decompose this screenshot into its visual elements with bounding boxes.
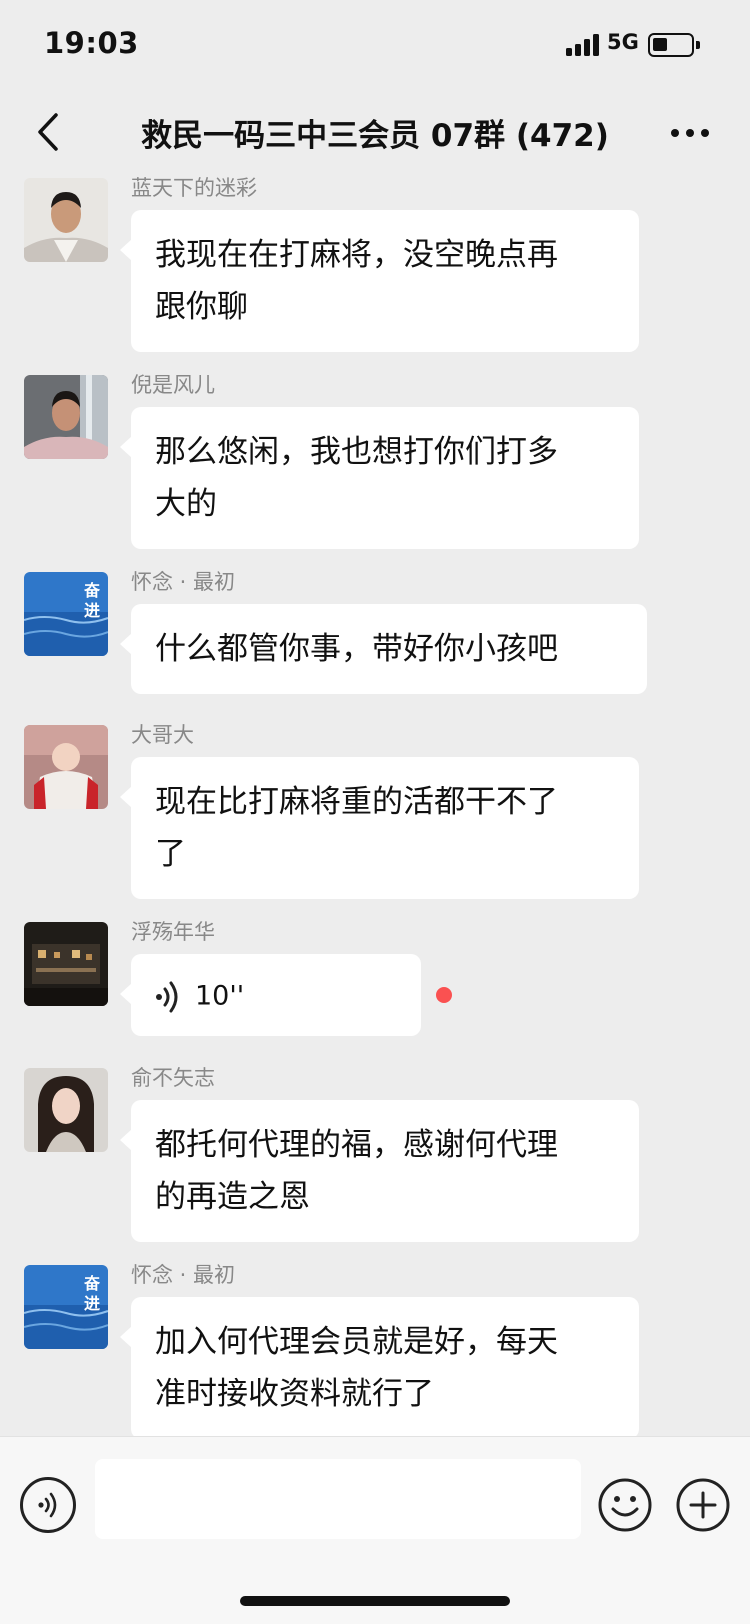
message-line: 加入何代理会员就是好，每天 [155, 1324, 558, 1360]
sender-name: 大哥大 [131, 723, 194, 747]
sender-name: 倪是风儿 [131, 373, 215, 397]
avatar[interactable]: 奋 进 [24, 572, 108, 656]
avatar[interactable] [24, 375, 108, 459]
message-line: 大的 [155, 486, 217, 522]
message-bubble[interactable]: 都托何代理的福，感谢何代理 的再造之恩 [120, 1100, 639, 1242]
battery-icon [648, 33, 700, 57]
avatar[interactable] [24, 725, 108, 809]
avatar-woman-icon [24, 1068, 108, 1152]
avatar[interactable]: 奋 进 [24, 1265, 108, 1349]
voice-wave-icon [156, 981, 178, 1012]
voice-duration: 10'' [195, 980, 245, 1012]
plus-button-icon[interactable] [675, 1477, 731, 1533]
avatar[interactable] [24, 922, 108, 1006]
sender-name: 怀念 · 最初 [131, 570, 236, 594]
message-line: 什么都管你事，带好你小孩吧 [155, 631, 558, 667]
poster-char: 奋 [83, 1274, 101, 1293]
status-time: 19:03 [44, 26, 139, 60]
sender-name: 蓝天下的迷彩 [131, 176, 257, 200]
message-bubble[interactable]: 我现在在打麻将，没空晚点再 跟你聊 [120, 210, 639, 352]
nav-bar: 救民一码三中三会员 07群 (472) [0, 92, 750, 170]
voice-input-button[interactable] [20, 1477, 76, 1533]
avatar-man-icon [24, 178, 108, 262]
message-line: 准时接收资料就行了 [155, 1376, 434, 1412]
home-indicator [240, 1596, 510, 1606]
message-line: 的再造之恩 [155, 1179, 310, 1215]
voice-message-bubble[interactable]: 10'' [120, 954, 421, 1036]
message-line: 都托何代理的福，感谢何代理 [155, 1127, 558, 1163]
message-line: 现在比打麻将重的活都干不了 [155, 784, 558, 820]
sender-name: 俞不矢志 [131, 1066, 215, 1090]
avatar-ocean-poster-icon: 奋 进 [24, 1265, 108, 1349]
avatar[interactable] [24, 178, 108, 262]
unread-dot [436, 987, 452, 1003]
status-bar: 19:03 5G [0, 0, 750, 92]
message-input[interactable] [95, 1459, 581, 1539]
emoji-button-icon[interactable] [597, 1477, 653, 1533]
avatar-man-waterfall-icon [24, 375, 108, 459]
message-line: 了 [155, 836, 186, 872]
poster-char: 进 [84, 601, 100, 620]
message-bubble[interactable]: 现在比打麻将重的活都干不了 了 [120, 757, 639, 899]
poster-char: 奋 [83, 581, 101, 600]
message-bubble[interactable]: 什么都管你事，带好你小孩吧 [120, 604, 647, 694]
network-type: 5G [607, 30, 639, 54]
avatar-night-scene-icon [24, 922, 108, 1006]
signal-icon [566, 34, 600, 56]
message-line: 那么悠闲，我也想打你们打多 [155, 434, 558, 470]
chat-title: 救民一码三中三会员 07群 (472) [141, 118, 609, 154]
poster-char: 进 [84, 1294, 100, 1313]
sender-name: 浮殇年华 [131, 920, 215, 944]
message-line: 跟你聊 [155, 289, 248, 325]
message-line: 我现在在打麻将，没空晚点再 [155, 237, 558, 273]
avatar-baby-icon [24, 725, 108, 809]
sender-name: 怀念 · 最初 [131, 1263, 236, 1287]
avatar[interactable] [24, 1068, 108, 1152]
message-bubble[interactable]: 加入何代理会员就是好，每天 准时接收资料就行了 [120, 1297, 639, 1439]
more-options-icon[interactable] [670, 128, 710, 138]
avatar-ocean-poster-icon: 奋 进 [24, 572, 108, 656]
message-bubble[interactable]: 那么悠闲，我也想打你们打多 大的 [120, 407, 639, 549]
voice-wave-icon [38, 1492, 57, 1518]
